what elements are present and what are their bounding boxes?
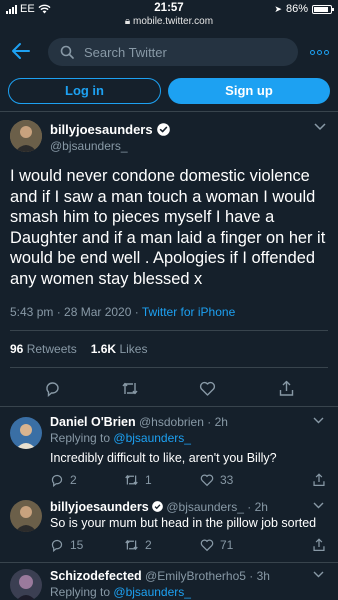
- divider: [10, 367, 328, 368]
- like-count: 71: [220, 538, 234, 552]
- replying-to: Replying to @bjsaunders_: [50, 431, 191, 445]
- share-icon[interactable]: [312, 538, 326, 552]
- auth-bar: Log in Sign up: [0, 74, 338, 112]
- search-icon: [60, 45, 74, 59]
- retweet-count: 2: [145, 538, 152, 552]
- retweet-icon: [125, 474, 138, 486]
- retweet-action[interactable]: 2: [124, 538, 152, 552]
- reply-count: 2: [70, 473, 77, 487]
- reply-icon: [51, 474, 63, 487]
- signup-button[interactable]: Sign up: [168, 78, 330, 104]
- retweets-stat[interactable]: 96 Retweets: [10, 342, 77, 356]
- chevron-down-icon[interactable]: [313, 415, 324, 427]
- reply-handle: @EmilyBrotherho5: [145, 569, 246, 583]
- verified-badge-icon: [152, 501, 163, 512]
- retweet-icon: [125, 539, 138, 551]
- retweets-label: Retweets: [26, 342, 77, 356]
- reply-time: 3h: [256, 569, 270, 583]
- reply-tweet[interactable]: Daniel O'Brien @hsdobrien · 2h Replying …: [0, 406, 338, 494]
- replying-to-prefix: Replying to: [50, 431, 111, 445]
- reply-header: Schizodefected @EmilyBrotherho5 · 3h: [50, 569, 270, 583]
- heart-icon[interactable]: [199, 380, 216, 397]
- like-count: 33: [220, 473, 234, 487]
- share-icon[interactable]: [278, 380, 295, 397]
- meta-separator: ·: [207, 415, 215, 429]
- reply-action[interactable]: 15: [50, 538, 83, 552]
- reply-icon[interactable]: [44, 380, 61, 397]
- author-name: billyjoesaunders: [50, 122, 153, 137]
- reply-header: Daniel O'Brien @hsdobrien · 2h: [50, 415, 228, 429]
- tweet-text: I would never condone domestic violence …: [10, 167, 326, 288]
- avatar[interactable]: [10, 417, 42, 449]
- reply-time: 2h: [254, 500, 268, 514]
- reply-handle: @hsdobrien: [138, 415, 204, 429]
- reply-action[interactable]: 2: [50, 473, 77, 487]
- likes-label: Likes: [119, 342, 148, 356]
- meta-separator: ·: [247, 500, 255, 514]
- like-action[interactable]: 33: [200, 473, 233, 487]
- top-nav: [0, 30, 338, 74]
- reply-time: 2h: [214, 415, 228, 429]
- replying-to-prefix: Replying to: [50, 585, 111, 599]
- reply-author-name[interactable]: Schizodefected: [50, 569, 142, 583]
- login-button[interactable]: Log in: [8, 78, 161, 104]
- reply-text: So is your mum but head in the pillow jo…: [50, 516, 317, 530]
- url-text: mobile.twitter.com: [133, 16, 214, 27]
- likes-stat[interactable]: 1.6K Likes: [91, 342, 148, 356]
- reply-actions: 2 1 33: [50, 473, 330, 489]
- tweet-actions: [0, 380, 338, 400]
- replying-to-handle[interactable]: @bjsaunders_: [113, 431, 191, 445]
- battery-icon: [312, 4, 334, 14]
- share-icon[interactable]: [312, 473, 326, 487]
- battery-group: ➤ 86%: [274, 3, 334, 15]
- avatar[interactable]: [10, 120, 42, 152]
- author-name-row[interactable]: billyjoesaunders: [50, 122, 170, 137]
- tweet-timestamp[interactable]: 5:43 pm · 28 Mar 2020: [10, 305, 131, 319]
- replying-to-handle[interactable]: @bjsaunders_: [113, 585, 191, 599]
- reply-author-name[interactable]: billyjoesaunders: [50, 500, 149, 514]
- reply-tweet[interactable]: Schizodefected @EmilyBrotherho5 · 3h Rep…: [0, 562, 338, 600]
- divider: [10, 330, 328, 331]
- status-bar: EE 21:57 🔒︎ mobile.twitter.com ➤ 86%: [0, 0, 338, 30]
- back-arrow-icon[interactable]: [10, 40, 34, 64]
- reply-author-name[interactable]: Daniel O'Brien: [50, 415, 136, 429]
- reply-count: 15: [70, 538, 84, 552]
- battery-percent: 86%: [285, 3, 308, 15]
- reply-text: Incredibly difficult to like, aren't you…: [50, 451, 277, 465]
- meta-separator: ·: [249, 569, 257, 583]
- url-bar[interactable]: 🔒︎ mobile.twitter.com: [0, 16, 338, 27]
- retweet-action[interactable]: 1: [124, 473, 152, 487]
- reply-handle: @bjsaunders_: [166, 500, 244, 514]
- retweets-count: 96: [10, 342, 24, 356]
- like-action[interactable]: 71: [200, 538, 233, 552]
- heart-icon: [200, 474, 214, 487]
- location-arrow-icon: ➤: [274, 3, 282, 14]
- avatar[interactable]: [10, 500, 42, 532]
- reply-header: billyjoesaunders @bjsaunders_ · 2h: [50, 500, 268, 514]
- search-box[interactable]: [48, 38, 298, 66]
- reply-actions: 15 2 71: [50, 538, 330, 554]
- search-input[interactable]: [84, 44, 284, 60]
- lock-icon: 🔒︎: [124, 16, 131, 27]
- verified-badge-icon: [156, 123, 170, 136]
- chevron-down-icon[interactable]: [314, 120, 326, 134]
- likes-count: 1.6K: [90, 342, 117, 356]
- meta-separator: ·: [134, 305, 142, 319]
- chevron-down-icon[interactable]: [313, 500, 324, 512]
- reply-icon: [51, 539, 63, 552]
- retweet-icon[interactable]: [121, 380, 139, 397]
- replying-to: Replying to @bjsaunders_: [50, 585, 191, 599]
- reply-tweet[interactable]: billyjoesaunders @bjsaunders_ · 2h So is…: [0, 494, 338, 562]
- author-handle[interactable]: @bjsaunders_: [50, 139, 128, 153]
- tweet-source[interactable]: Twitter for iPhone: [142, 305, 235, 319]
- avatar[interactable]: [10, 569, 42, 600]
- battery-fill: [314, 6, 328, 12]
- tweet-stats: 96 Retweets 1.6K Likes: [10, 342, 147, 356]
- chevron-down-icon[interactable]: [313, 569, 324, 581]
- retweet-count: 1: [145, 473, 152, 487]
- heart-icon: [200, 539, 214, 552]
- more-options-icon[interactable]: [310, 44, 330, 60]
- tweet-meta: 5:43 pm · 28 Mar 2020 · Twitter for iPho…: [10, 305, 235, 319]
